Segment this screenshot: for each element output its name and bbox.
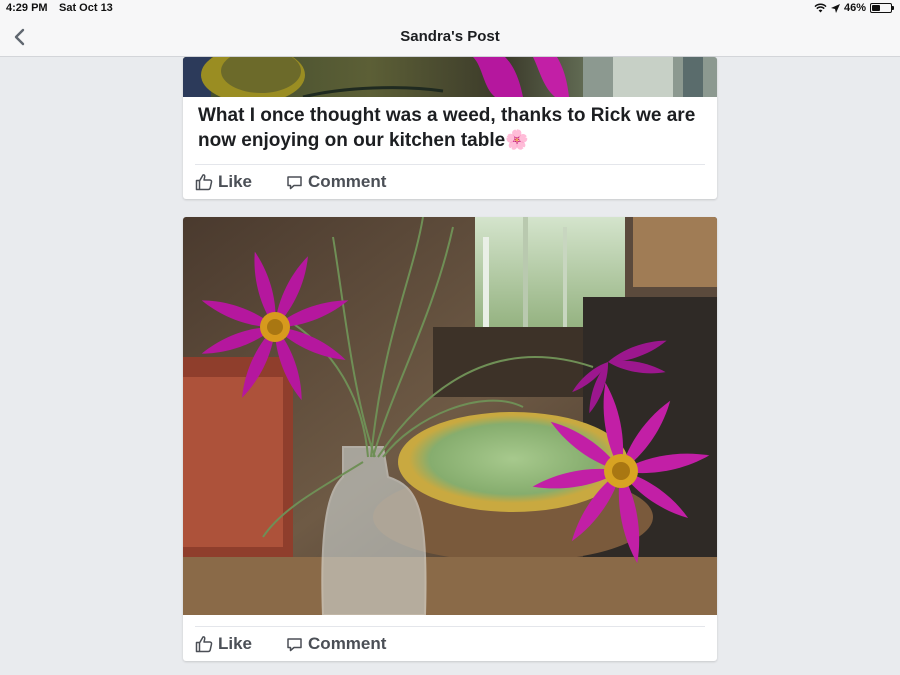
comment-bubble-icon bbox=[287, 175, 302, 189]
nav-bar: Sandra's Post bbox=[0, 18, 900, 57]
wifi-icon bbox=[814, 3, 827, 13]
comment-button[interactable]: Comment bbox=[286, 634, 386, 654]
post-card: Like Comment bbox=[183, 217, 717, 661]
post-card: What I once thought was a weed, thanks t… bbox=[183, 57, 717, 199]
post-actions: Like Comment bbox=[195, 170, 386, 194]
comment-button[interactable]: Comment bbox=[286, 172, 386, 192]
comment-bubble-icon bbox=[287, 637, 302, 651]
location-arrow-icon bbox=[830, 3, 840, 13]
page-title: Sandra's Post bbox=[400, 28, 500, 45]
status-bar: 4:29 PM Sat Oct 13 46% bbox=[0, 0, 900, 18]
status-right: 46% bbox=[814, 2, 894, 14]
like-button[interactable]: Like bbox=[195, 172, 252, 192]
status-time: 4:29 PM bbox=[6, 2, 48, 14]
status-date: Sat Oct 13 bbox=[59, 2, 113, 14]
post-text: What I once thought was a weed, thanks t… bbox=[198, 105, 696, 151]
thumbs-up-icon bbox=[195, 636, 213, 653]
battery-icon bbox=[870, 3, 894, 13]
comment-label: Comment bbox=[308, 172, 387, 191]
like-label: Like bbox=[218, 634, 253, 653]
like-label: Like bbox=[218, 172, 253, 191]
divider bbox=[195, 164, 705, 165]
post-photo-partial[interactable] bbox=[183, 57, 717, 97]
divider bbox=[195, 626, 705, 627]
comment-label: Comment bbox=[308, 634, 387, 653]
post-actions: Like Comment bbox=[195, 632, 386, 656]
post-photo[interactable] bbox=[183, 217, 717, 615]
thumbs-up-icon bbox=[195, 174, 213, 191]
like-button[interactable]: Like bbox=[195, 634, 252, 654]
battery-percent: 46% bbox=[843, 2, 866, 14]
